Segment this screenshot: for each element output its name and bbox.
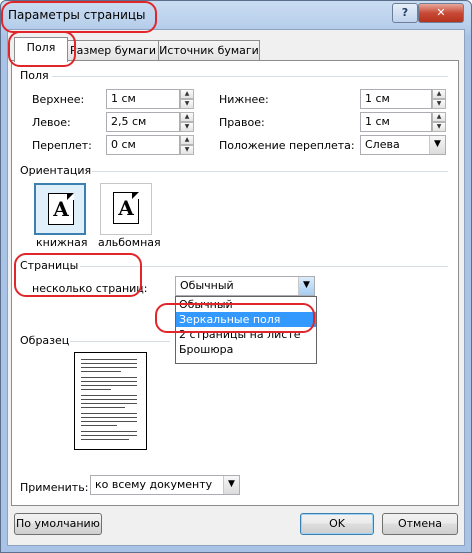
preview-line bbox=[81, 367, 137, 368]
margins-group-label: Поля bbox=[20, 69, 49, 82]
spin-up-icon[interactable]: ▲ bbox=[180, 112, 194, 122]
orientation-group-label: Ориентация bbox=[20, 164, 92, 177]
left-margin-label: Левое: bbox=[32, 116, 71, 129]
top-margin-input[interactable]: 1 см bbox=[106, 89, 180, 109]
chevron-down-icon[interactable]: ▼ bbox=[223, 476, 239, 494]
apply-to-label: Применить: bbox=[20, 481, 89, 494]
spin-up-icon[interactable]: ▲ bbox=[180, 135, 194, 145]
preview-line bbox=[81, 431, 137, 432]
gutter-position-value: Слева bbox=[365, 138, 400, 151]
bottom-margin-input[interactable]: 1 см bbox=[360, 89, 432, 109]
preview-line bbox=[81, 403, 137, 404]
preview-line bbox=[81, 371, 121, 372]
gutter-input[interactable]: 0 см bbox=[106, 135, 180, 155]
bottom-margin-stepper[interactable]: ▲ ▼ bbox=[432, 89, 446, 109]
preview-line bbox=[81, 439, 129, 440]
chevron-down-icon[interactable]: ▼ bbox=[298, 277, 314, 295]
top-margin-label: Верхнее: bbox=[32, 93, 85, 106]
chevron-down-icon[interactable]: ▼ bbox=[429, 136, 445, 154]
close-icon: ✕ bbox=[436, 6, 446, 19]
preview-separator bbox=[70, 341, 170, 342]
ok-button[interactable]: OK bbox=[300, 513, 374, 535]
tab-paper-size[interactable]: Размер бумаги bbox=[66, 40, 160, 61]
preview-line bbox=[81, 395, 137, 396]
left-margin-input[interactable]: 2,5 см bbox=[106, 112, 180, 132]
left-margin-stepper[interactable]: ▲ ▼ bbox=[180, 112, 194, 132]
bottom-margin-label: Нижнее: bbox=[219, 93, 269, 106]
preview-line bbox=[81, 359, 137, 360]
multiple-pages-select[interactable]: Обычный bbox=[175, 276, 315, 296]
annotation-ellipse bbox=[155, 303, 315, 333]
spin-down-icon[interactable]: ▼ bbox=[432, 122, 446, 132]
landscape-page-icon: A bbox=[113, 192, 139, 224]
tab-margins[interactable]: Поля bbox=[14, 37, 68, 62]
tab-paper-source[interactable]: Источник бумаги bbox=[158, 40, 260, 61]
top-margin-stepper[interactable]: ▲ ▼ bbox=[180, 89, 194, 109]
spin-up-icon[interactable]: ▲ bbox=[432, 112, 446, 122]
spin-up-icon[interactable]: ▲ bbox=[180, 89, 194, 99]
apply-to-value: ко всему документу bbox=[95, 478, 213, 491]
close-button[interactable]: ✕ bbox=[418, 3, 464, 23]
preview-line bbox=[81, 425, 117, 426]
spin-down-icon[interactable]: ▼ bbox=[180, 99, 194, 109]
preview-line bbox=[81, 381, 137, 382]
preview-line bbox=[81, 389, 111, 390]
preview-line bbox=[81, 399, 137, 400]
margins-separator bbox=[52, 76, 448, 77]
portrait-label: книжная bbox=[36, 236, 88, 249]
cancel-button[interactable]: Отмена bbox=[382, 513, 458, 535]
annotation-ellipse bbox=[1, 1, 157, 33]
right-margin-stepper[interactable]: ▲ ▼ bbox=[432, 112, 446, 132]
spin-down-icon[interactable]: ▼ bbox=[180, 145, 194, 155]
portrait-page-icon: A bbox=[48, 193, 74, 225]
spin-down-icon[interactable]: ▼ bbox=[180, 122, 194, 132]
landscape-option[interactable]: A bbox=[100, 183, 152, 235]
spin-down-icon[interactable]: ▼ bbox=[432, 99, 446, 109]
page-preview bbox=[74, 352, 147, 450]
spin-up-icon[interactable]: ▲ bbox=[432, 89, 446, 99]
preview-line bbox=[81, 435, 137, 436]
landscape-label: альбомная bbox=[98, 236, 161, 249]
preview-line bbox=[81, 385, 137, 386]
multiple-pages-value: Обычный bbox=[180, 279, 234, 292]
preview-line bbox=[81, 413, 137, 414]
help-button[interactable]: ? bbox=[392, 3, 418, 23]
right-margin-input[interactable]: 1 см bbox=[360, 112, 432, 132]
annotation-ellipse bbox=[14, 253, 142, 297]
preview-line bbox=[81, 377, 137, 378]
set-default-button[interactable]: По умолчанию bbox=[14, 513, 102, 535]
gutter-position-label: Положение переплета: bbox=[219, 139, 355, 152]
gutter-stepper[interactable]: ▲ ▼ bbox=[180, 135, 194, 155]
preview-line bbox=[81, 417, 137, 418]
portrait-option[interactable]: A bbox=[34, 183, 86, 235]
preview-group-label: Образец bbox=[20, 334, 70, 347]
preview-line bbox=[81, 407, 125, 408]
dropdown-option[interactable]: Брошюра bbox=[176, 342, 316, 357]
apply-to-select[interactable]: ко всему документу bbox=[90, 475, 240, 495]
orientation-separator bbox=[92, 171, 448, 172]
gutter-label: Переплет: bbox=[32, 139, 92, 152]
preview-line bbox=[81, 363, 137, 364]
right-margin-label: Правое: bbox=[219, 116, 265, 129]
preview-line bbox=[81, 421, 137, 422]
